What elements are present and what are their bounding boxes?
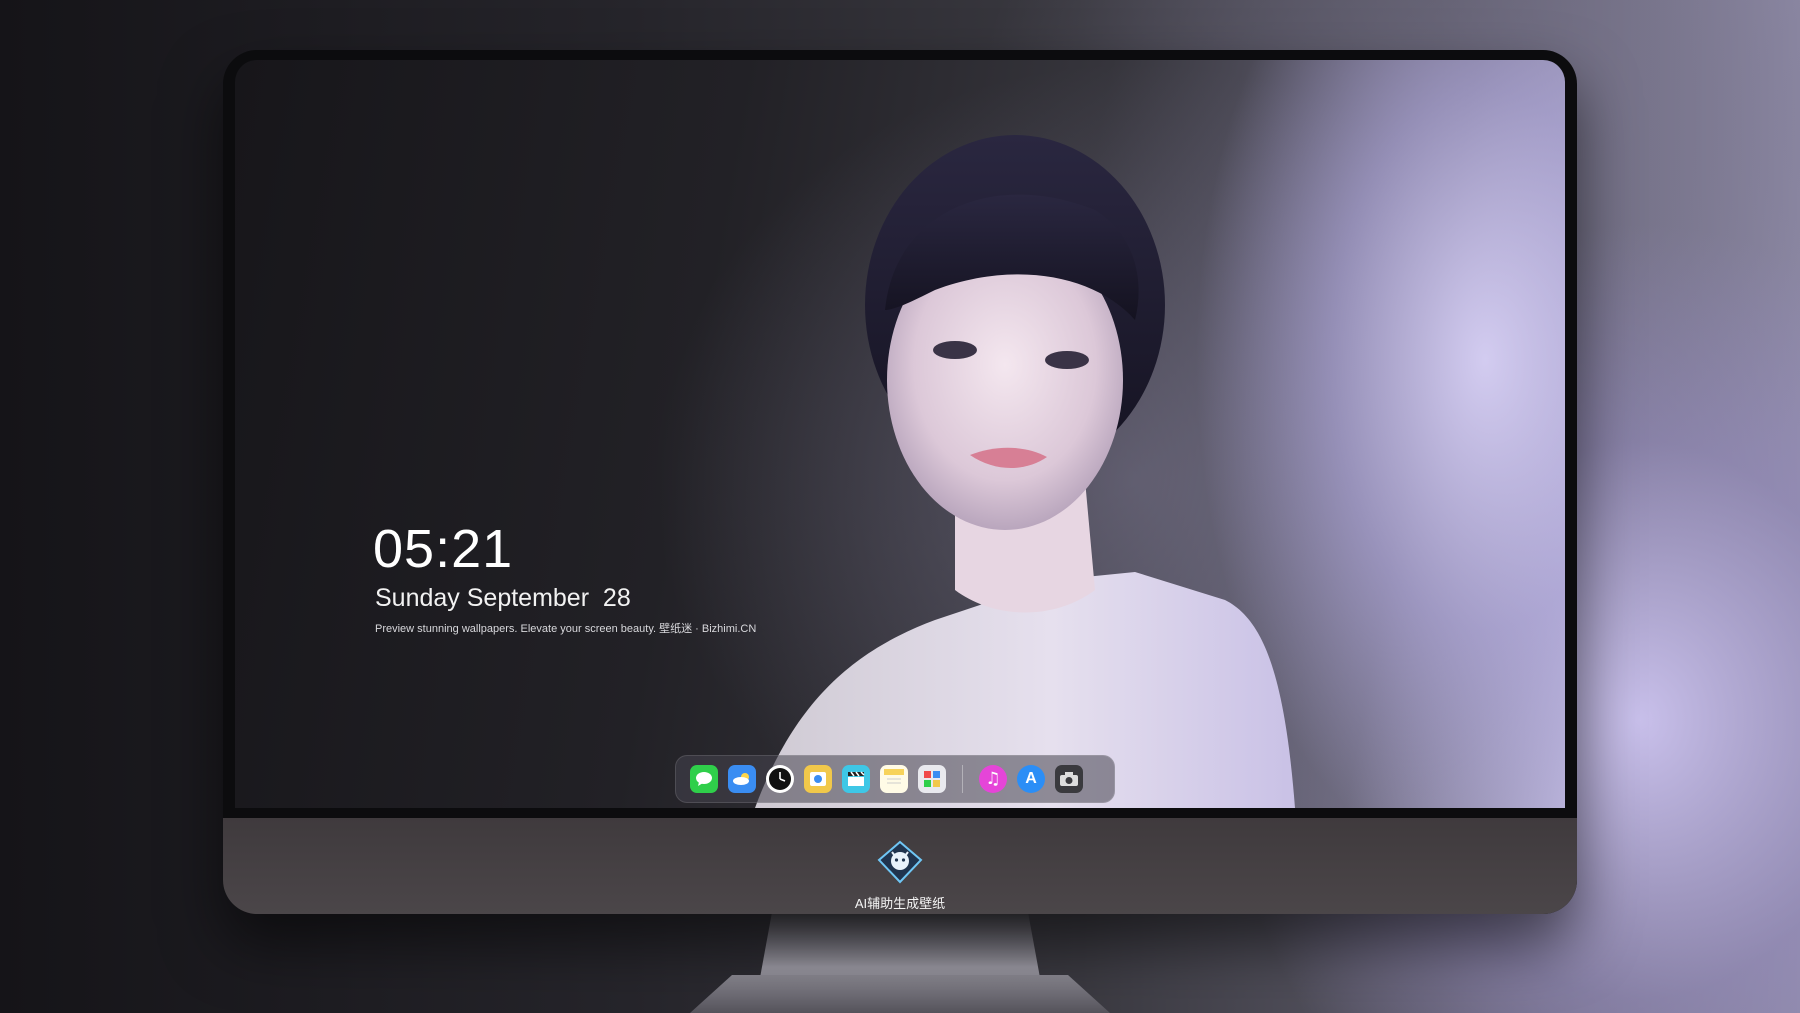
- dock: ♫ A: [675, 755, 1115, 803]
- video-clapper-icon[interactable]: [842, 765, 870, 793]
- weather-icon[interactable]: [728, 765, 756, 793]
- wallpaper-portrait: [755, 135, 1295, 808]
- monitor-stand-foot: [690, 975, 1110, 1013]
- brand-badge: AI辅助生成壁纸: [223, 840, 1577, 912]
- dock-separator: [962, 765, 963, 793]
- monitor: 05:21 Sunday September 28 Preview stunni…: [223, 50, 1577, 914]
- desktop-scene: 05:21 Sunday September 28 Preview stunni…: [0, 0, 1800, 1013]
- lockscreen-clock: 05:21: [373, 519, 514, 579]
- photo-editor-icon[interactable]: [918, 765, 946, 793]
- camera-icon[interactable]: [1055, 765, 1083, 793]
- messages-icon[interactable]: [690, 765, 718, 793]
- clock-icon[interactable]: [766, 765, 794, 793]
- music-icon[interactable]: ♫: [979, 765, 1007, 793]
- brand-label: AI辅助生成壁纸: [854, 896, 946, 911]
- preview-icon[interactable]: [804, 765, 832, 793]
- lockscreen-date: Sunday September 28: [375, 584, 631, 612]
- screen: 05:21 Sunday September 28 Preview stunni…: [235, 60, 1565, 808]
- brand-logo-icon: [877, 840, 923, 884]
- app-store-icon[interactable]: A: [1017, 765, 1045, 793]
- notes-icon[interactable]: [880, 765, 908, 793]
- lockscreen-tagline: Preview stunning wallpapers. Elevate you…: [375, 623, 757, 635]
